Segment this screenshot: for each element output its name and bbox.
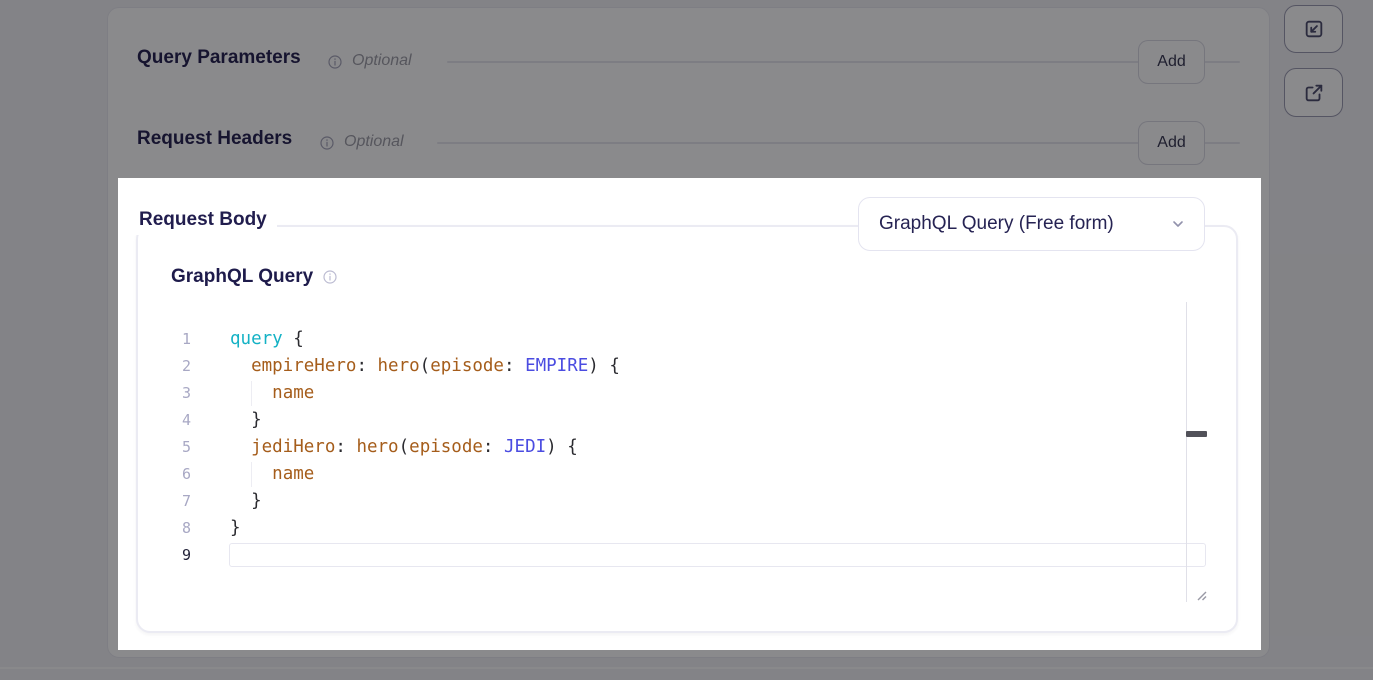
line-number: 3 [164,380,191,407]
resize-handle[interactable] [1193,587,1207,601]
line-number: 8 [164,515,191,542]
line-number: 1 [164,326,191,353]
editor-right-edge [1186,302,1187,602]
dim-overlay [0,650,1373,680]
code-line[interactable]: } [230,407,620,434]
scrollbar-thumb[interactable] [1186,431,1207,437]
line-number: 4 [164,407,191,434]
request-body-section: Request Body GraphQL Query (Free form) G… [118,178,1261,650]
code-line[interactable]: name [230,380,620,407]
chevron-down-icon [1170,216,1186,232]
code-editor[interactable]: query { empireHero: hero(episode: EMPIRE… [230,326,620,569]
dim-overlay [0,0,1373,178]
dim-overlay [0,178,118,650]
graphql-query-label-text: GraphQL Query [171,266,313,288]
code-line[interactable]: jediHero: hero(episode: JEDI) { [230,434,620,461]
line-number: 6 [164,461,191,488]
body-type-select[interactable]: GraphQL Query (Free form) [858,197,1205,251]
line-number: 2 [164,353,191,380]
code-line[interactable]: } [230,515,620,542]
body-type-select-value: GraphQL Query (Free form) [879,213,1170,235]
code-line[interactable]: name [230,461,620,488]
dim-overlay [1261,178,1373,650]
code-line[interactable] [230,542,620,569]
line-number: 7 [164,488,191,515]
line-number: 9 [164,542,191,569]
graphql-query-label: GraphQL Query [171,266,338,288]
code-line[interactable]: query { [230,326,620,353]
info-icon[interactable] [322,269,338,285]
page: Query Parameters Optional Add Request He… [0,0,1373,680]
code-line[interactable]: } [230,488,620,515]
code-line[interactable]: empireHero: hero(episode: EMPIRE) { [230,353,620,380]
request-body-label: Request Body [129,205,277,235]
line-number-gutter: 123456789 [164,326,191,569]
line-number: 5 [164,434,191,461]
